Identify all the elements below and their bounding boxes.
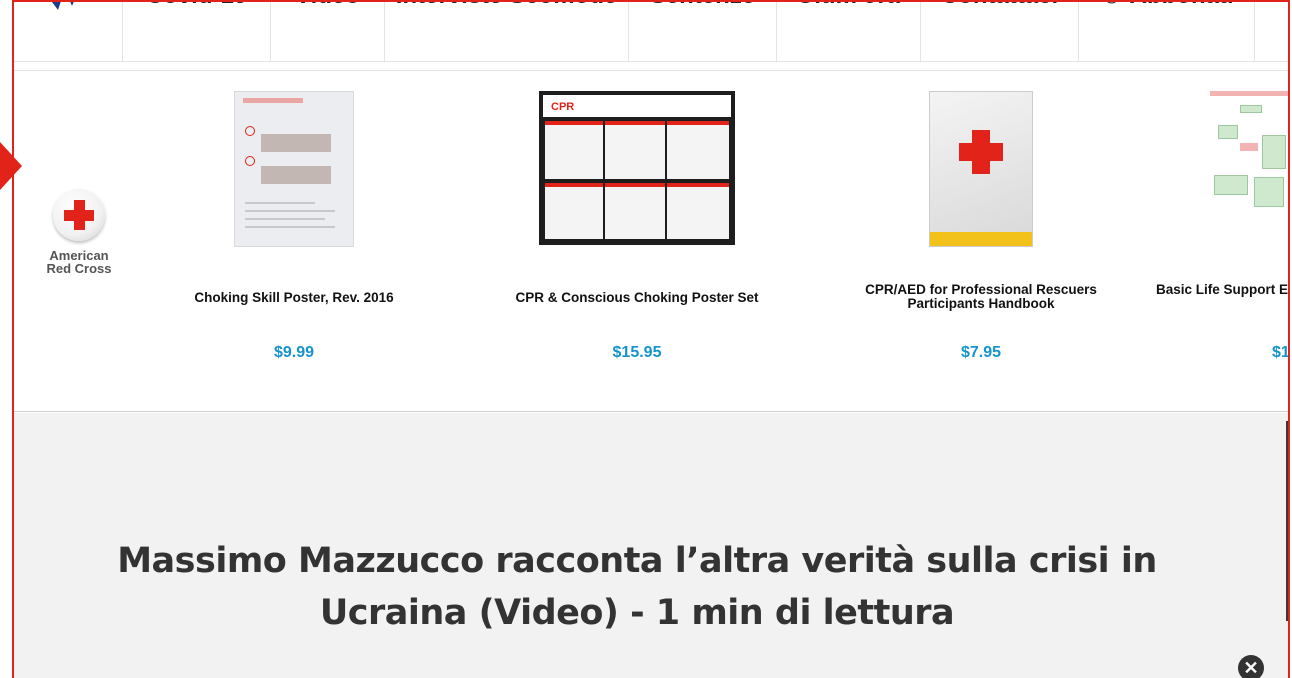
product-ad-strip: American Red Cross Choking Skill Poster,… xyxy=(14,70,1288,412)
product-card[interactable]: CPR/AED for Professional Rescuers Partic… xyxy=(836,91,1126,361)
product-name[interactable]: CPR/AED for Professional Rescuers Partic… xyxy=(836,283,1126,311)
product-image[interactable]: CPR xyxy=(539,91,735,245)
product-name[interactable]: Choking Skill Poster, Rev. 2016 xyxy=(149,291,439,305)
nav-item-covid[interactable]: Covid-19 xyxy=(122,0,270,62)
article-headline[interactable]: Massimo Mazzucco racconta l’altra verità… xyxy=(14,535,1260,639)
product-image[interactable] xyxy=(234,91,354,247)
highlight-border-right xyxy=(1288,0,1290,678)
article-teaser: Massimo Mazzucco racconta l’altra verità… xyxy=(14,413,1289,678)
product-card[interactable]: Basic Life Support E S $1 xyxy=(1142,91,1288,361)
american-red-cross-logo[interactable]: American Red Cross xyxy=(36,189,122,275)
site-logo[interactable] xyxy=(44,0,104,16)
product-card[interactable]: Choking Skill Poster, Rev. 2016 $9.99 xyxy=(149,91,439,361)
product-price: $7.95 xyxy=(960,344,1002,361)
product-image[interactable] xyxy=(1210,91,1288,211)
page-frame: Covid-19 Video Interviste Scomode Senten… xyxy=(0,0,1292,678)
nav-item-interviste[interactable]: Interviste Scomode xyxy=(384,0,628,62)
pointer-arrow-icon xyxy=(0,142,22,190)
product-image[interactable] xyxy=(929,91,1033,247)
nav-item-contattaci[interactable]: Contattaci xyxy=(920,0,1078,62)
product-price: $15.95 xyxy=(612,344,662,361)
nav-item-sentenze[interactable]: Sentenze xyxy=(628,0,776,62)
product-card[interactable]: CPR CPR & Conscious Choking Poster Set $… xyxy=(492,91,782,361)
highlight-border-top xyxy=(12,0,1290,2)
product-price: $1 xyxy=(1272,344,1288,361)
top-nav: Covid-19 Video Interviste Scomode Senten… xyxy=(14,0,1290,62)
logo-text-line2: Red Cross xyxy=(46,261,112,276)
product-name[interactable]: CPR & Conscious Choking Poster Set xyxy=(492,291,782,305)
poster-title: CPR xyxy=(551,101,575,113)
nav-item-abbonati[interactable]: ☺ Abbonati xyxy=(1078,0,1254,62)
product-name[interactable]: Basic Life Support E S xyxy=(1142,283,1288,311)
red-cross-icon xyxy=(53,189,105,241)
nav-item-ultimora[interactable]: Ultim'ora xyxy=(776,0,920,62)
product-price: $9.99 xyxy=(273,344,315,361)
highlight-border-left xyxy=(12,0,14,678)
nav-divider xyxy=(1254,0,1290,62)
nav-item-video[interactable]: Video xyxy=(270,0,384,62)
close-icon[interactable]: ✕ xyxy=(1238,655,1264,678)
